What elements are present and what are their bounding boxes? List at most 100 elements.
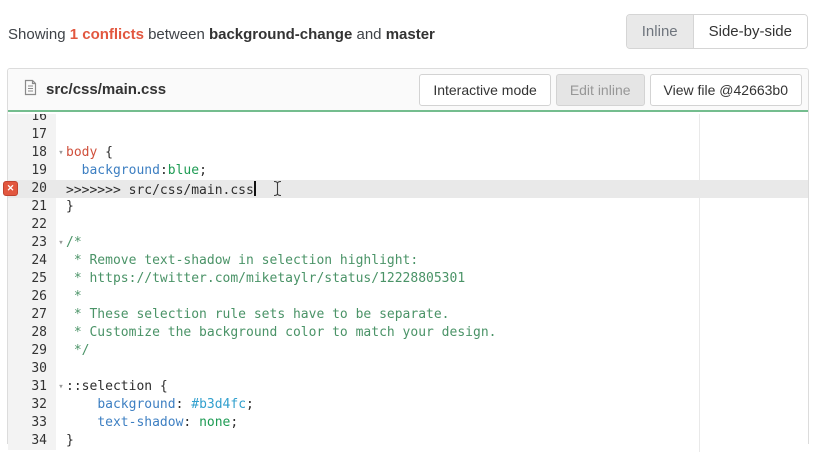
file-panel-actions: Interactive mode Edit inline View file @…: [419, 74, 802, 106]
line-number: 24: [8, 252, 56, 270]
code-line[interactable]: 26 *: [8, 288, 808, 306]
line-number: 28: [8, 324, 56, 342]
line-number: 18: [8, 144, 56, 162]
page-header: Showing 1 conflicts between background-c…: [0, 0, 816, 68]
file-icon: [23, 79, 38, 101]
fold-arrow-icon[interactable]: ▾: [56, 378, 66, 396]
branch-a: background-change: [209, 26, 352, 43]
edit-inline-button[interactable]: Edit inline: [556, 74, 645, 106]
code-line[interactable]: 22: [8, 216, 808, 234]
line-number: 25: [8, 270, 56, 288]
file-panel: src/css/main.css Interactive mode Edit i…: [7, 68, 809, 444]
code-line-content[interactable]: * Remove text-shadow in selection highli…: [66, 252, 808, 270]
fold-gutter: [56, 360, 66, 378]
code-line[interactable]: 34}: [8, 432, 808, 450]
side-by-side-view-button[interactable]: Side-by-side: [694, 15, 807, 48]
code-line-content[interactable]: [66, 114, 808, 126]
fold-gutter: [56, 270, 66, 288]
code-line-content[interactable]: * https://twitter.com/miketaylr/status/1…: [66, 270, 808, 288]
line-number: 33: [8, 414, 56, 432]
fold-gutter: [56, 288, 66, 306]
code-line[interactable]: 16: [8, 114, 808, 126]
view-mode-toggle: Inline Side-by-side: [626, 14, 808, 49]
fold-gutter: [56, 180, 66, 198]
fold-arrow-icon[interactable]: ▾: [56, 234, 66, 252]
summary-and: and: [352, 26, 385, 43]
code-line[interactable]: 27 * These selection rule sets have to b…: [8, 306, 808, 324]
code-line-content[interactable]: */: [66, 342, 808, 360]
code-line[interactable]: 21}: [8, 198, 808, 216]
fold-gutter: [56, 162, 66, 180]
line-number: 17: [8, 126, 56, 144]
fold-gutter: [56, 324, 66, 342]
text-caret: [254, 181, 256, 196]
code-line[interactable]: 33 text-shadow: none;: [8, 414, 808, 432]
summary-middle: between: [144, 26, 209, 43]
code-line-content[interactable]: >>>>>>> src/css/main.css: [66, 180, 808, 198]
inline-view-button[interactable]: Inline: [627, 15, 694, 48]
line-number: 32: [8, 396, 56, 414]
line-number: 20✕: [8, 180, 56, 198]
line-number: 34: [8, 432, 56, 450]
code-line[interactable]: 17: [8, 126, 808, 144]
code-line[interactable]: 28 * Customize the background color to m…: [8, 324, 808, 342]
summary-prefix: Showing: [8, 26, 70, 43]
code-line-content[interactable]: [66, 360, 808, 378]
code-line-content[interactable]: *: [66, 288, 808, 306]
code-line-content[interactable]: }: [66, 432, 808, 450]
fold-gutter: [56, 432, 66, 450]
line-number: 27: [8, 306, 56, 324]
code-lines: 161718▾body {19 background:blue;20✕>>>>>…: [8, 114, 808, 450]
clipped-top-line: 16: [8, 114, 808, 126]
line-number: 30: [8, 360, 56, 378]
line-number: 22: [8, 216, 56, 234]
fold-gutter: [56, 396, 66, 414]
fold-gutter: [56, 216, 66, 234]
file-panel-header: src/css/main.css Interactive mode Edit i…: [8, 69, 808, 112]
code-line-content[interactable]: * Customize the background color to matc…: [66, 324, 808, 342]
line-number: 29: [8, 342, 56, 360]
code-line-content[interactable]: ::selection {: [66, 378, 808, 396]
fold-gutter: [56, 198, 66, 216]
fold-gutter: [56, 306, 66, 324]
code-line[interactable]: 18▾body {: [8, 144, 808, 162]
code-line[interactable]: 20✕ >>>>>>> src/css/main.css: [8, 180, 808, 198]
conflict-marker-icon: ✕: [3, 181, 18, 196]
line-number: 31: [8, 378, 56, 396]
code-line[interactable]: 32 background: #b3d4fc;: [8, 396, 808, 414]
line-number: 16: [8, 114, 56, 126]
file-path: src/css/main.css: [46, 81, 166, 98]
code-line-content[interactable]: body {: [66, 144, 808, 162]
code-line-content[interactable]: /*: [66, 234, 808, 252]
code-line[interactable]: 30: [8, 360, 808, 378]
line-number: 23: [8, 234, 56, 252]
code-line-content[interactable]: }: [66, 198, 808, 216]
code-line[interactable]: 25 * https://twitter.com/miketaylr/statu…: [8, 270, 808, 288]
view-file-button[interactable]: View file @42663b0: [650, 74, 802, 106]
code-line-content[interactable]: background: #b3d4fc;: [66, 396, 808, 414]
code-line-content[interactable]: * These selection rule sets have to be s…: [66, 306, 808, 324]
code-line[interactable]: 19 background:blue;: [8, 162, 808, 180]
code-editor[interactable]: 161718▾body {19 background:blue;20✕>>>>>…: [8, 114, 808, 452]
code-line-content[interactable]: [66, 216, 808, 234]
line-number: 26: [8, 288, 56, 306]
code-line-content[interactable]: [66, 126, 808, 144]
fold-gutter: [56, 252, 66, 270]
code-line-content[interactable]: text-shadow: none;: [66, 414, 808, 432]
fold-gutter: [56, 126, 66, 144]
conflict-count: 1 conflicts: [70, 26, 144, 43]
fold-arrow-icon[interactable]: ▾: [56, 144, 66, 162]
code-line[interactable]: 31▾::selection {: [8, 378, 808, 396]
code-line-content[interactable]: background:blue;: [66, 162, 808, 180]
conflict-summary: Showing 1 conflicts between background-c…: [8, 26, 435, 43]
line-number: 21: [8, 198, 56, 216]
branch-b: master: [386, 26, 435, 43]
code-line[interactable]: 29 */: [8, 342, 808, 360]
interactive-mode-button[interactable]: Interactive mode: [419, 74, 551, 106]
fold-gutter: [56, 414, 66, 432]
fold-gutter: [56, 342, 66, 360]
fold-gutter: [56, 114, 66, 126]
code-line[interactable]: 24 * Remove text-shadow in selection hig…: [8, 252, 808, 270]
code-line[interactable]: 23▾/*: [8, 234, 808, 252]
line-number: 19: [8, 162, 56, 180]
